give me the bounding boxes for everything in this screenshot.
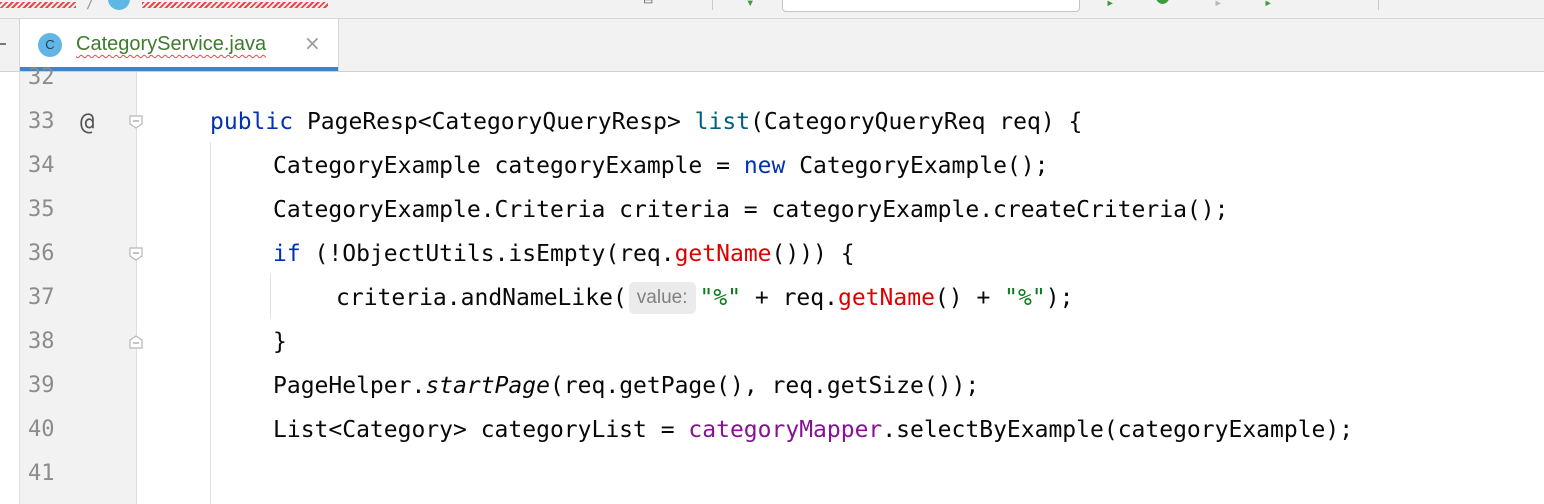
code-text: CategoryExample.Criteria criteria = cate…: [273, 197, 1229, 223]
build-icon[interactable]: ▾: [746, 0, 754, 10]
debug-icon[interactable]: ●: [1156, 0, 1169, 8]
line-number: 39: [28, 373, 55, 398]
fold-start-icon[interactable]: [128, 246, 144, 262]
breadcrumb-separator-icon: /: [86, 0, 95, 12]
toolbar-separator: [1378, 0, 1379, 10]
structure-icon[interactable]: ▭: [644, 0, 652, 8]
code-line: 33 @ public PageResp<CategoryQueryResp> …: [0, 100, 1544, 144]
java-class-icon: C: [38, 33, 62, 57]
breadcrumb-error-underline: [142, 2, 328, 8]
line-number: 38: [28, 329, 55, 354]
class-icon[interactable]: [108, 0, 130, 10]
run-icon[interactable]: ▸: [1106, 0, 1114, 10]
line-number: 41: [28, 461, 55, 486]
code-line: 37 criteria.andNameLike(value: "%" + req.…: [0, 276, 1544, 320]
breadcrumb-error-underline: [0, 2, 76, 8]
line-number: 40: [28, 417, 55, 442]
line-number: 37: [28, 285, 55, 310]
line-number: 34: [28, 153, 55, 178]
code-line: 39 PageHelper.startPage(req.getPage(), r…: [0, 364, 1544, 408]
code-line: 32: [0, 56, 1544, 100]
navigation-bar: / ▭ ▾ ▸ ● ▸ ▸: [0, 0, 1544, 19]
code-text: if (!ObjectUtils.isEmpty(req.getName()))…: [273, 241, 855, 267]
code-line: 34 CategoryExample categoryExample = new…: [0, 144, 1544, 188]
code-text: CategoryExample categoryExample = new Ca…: [273, 153, 1049, 179]
line-number: 35: [28, 197, 55, 222]
code-text: criteria.andNameLike(value: "%" + req.get…: [336, 276, 1073, 320]
code-line: 36 if (!ObjectUtils.isEmpty(req.getName(…: [0, 232, 1544, 276]
coverage-icon[interactable]: ▸: [1214, 0, 1222, 10]
line-number: 32: [28, 65, 55, 90]
run-configuration-select[interactable]: [782, 0, 1080, 12]
code-text: public PageResp<CategoryQueryResp> list(…: [210, 109, 1083, 135]
code-text: List<Category> categoryList = categoryMa…: [273, 417, 1354, 443]
line-number: 36: [28, 241, 55, 266]
line-number: 33: [28, 109, 55, 134]
code-line: 40 List<Category> categoryList = categor…: [0, 408, 1544, 452]
code-line: 38 }: [0, 320, 1544, 364]
code-line: 41: [0, 452, 1544, 496]
toolbar-separator: [712, 0, 713, 10]
code-line: 35 CategoryExample.Criteria criteria = c…: [0, 188, 1544, 232]
code-editor[interactable]: 32 33 @ public PageResp<CategoryQueryRes…: [0, 65, 1544, 504]
fold-start-icon[interactable]: [128, 114, 144, 130]
tab-title[interactable]: CategoryService.java: [76, 33, 266, 56]
close-icon[interactable]: ×: [304, 31, 321, 55]
code-text: PageHelper.startPage(req.getPage(), req.…: [273, 373, 980, 399]
override-gutter-icon[interactable]: @: [80, 100, 94, 144]
profile-icon[interactable]: ▸: [1264, 0, 1272, 10]
parameter-hint: value:: [628, 282, 696, 314]
tab-strip-left-marker: [0, 43, 6, 45]
fold-end-icon[interactable]: [128, 334, 144, 350]
code-text: }: [273, 329, 287, 355]
